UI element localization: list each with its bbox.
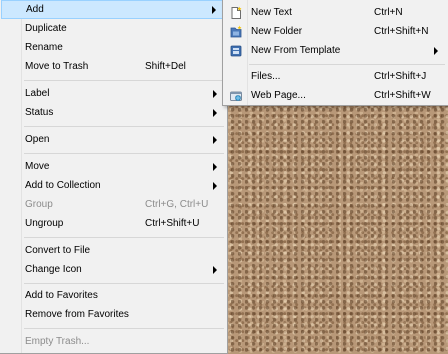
menu-item-add[interactable]: Add [1,0,225,19]
menu-item-duplicate[interactable]: Duplicate [1,20,225,39]
menu-item-label: New Text [251,7,292,18]
menu-item-add-to-collection[interactable]: Add to Collection [1,177,225,196]
menu-item-convert-to-file[interactable]: Convert to File [1,242,225,261]
menu-separator [249,64,445,65]
menu-item-move-to-trash[interactable]: Move to Trash Shift+Del [1,58,225,77]
submenu-arrow-icon [213,136,217,144]
menu-item-label: Rename [25,42,63,53]
menu-item-label: Move [25,161,50,172]
submenu-arrow-icon [213,182,217,190]
shortcut-text: Ctrl+Shift+W [374,90,431,101]
context-menu: Add Duplicate Rename Move to Trash Shift… [0,0,228,354]
submenu-arrow-icon [213,266,217,274]
menu-separator [24,328,224,329]
menu-item-label: Ungroup [25,218,64,229]
menu-separator [24,283,224,284]
submenu-arrow-icon [213,109,217,117]
menu-separator [24,237,224,238]
menu-item-label: Move to Trash [25,61,89,72]
shortcut-text: Ctrl+Shift+N [374,26,429,37]
submenu-item-web-page[interactable]: Web Page... Ctrl+Shift+W [225,87,446,106]
submenu-arrow-icon [213,163,217,171]
submenu-item-new-text[interactable]: New Text Ctrl+N [225,4,446,23]
menu-item-change-icon[interactable]: Change Icon [1,261,225,280]
menu-item-open[interactable]: Open [1,131,225,150]
shortcut-text: Ctrl+N [374,7,403,18]
submenu-item-new-folder[interactable]: New Folder Ctrl+Shift+N [225,23,446,42]
menu-item-move[interactable]: Move [1,158,225,177]
shortcut-text: Shift+Del [145,61,186,72]
web-page-icon [230,91,242,101]
menu-item-ungroup[interactable]: Ungroup Ctrl+Shift+U [1,215,225,234]
menu-item-empty-trash[interactable]: Empty Trash... [1,333,225,352]
menu-item-label: Change Icon [25,264,82,275]
menu-separator [24,80,224,81]
menu-item-label: Status [25,107,54,118]
menu-item-label: Add to Favorites [25,290,98,301]
menu-item-label: Open [25,134,50,145]
menu-item-label: Empty Trash... [25,336,90,347]
menu-item-label: New Folder [251,26,303,37]
menu-item-label: Duplicate [25,23,67,34]
menu-separator [24,126,224,127]
submenu-arrow-icon [434,47,438,55]
template-icon [230,45,242,57]
new-folder-icon [230,25,242,38]
menu-item-label: Web Page... [251,90,306,101]
new-document-icon [231,6,242,19]
menu-separator [24,153,224,154]
add-submenu: New Text Ctrl+N New Folder Ctrl+Shift+N … [222,0,448,106]
menu-item-label: Convert to File [25,245,91,256]
menu-item-label: Label [25,88,50,99]
menu-item-label-submenu[interactable]: Label [1,85,225,104]
menu-item-label: New From Template [251,45,341,56]
menu-item-label: Add [26,4,44,15]
shortcut-text: Ctrl+Shift+J [374,71,427,82]
submenu-arrow-icon [213,90,217,98]
menu-item-label: Add to Collection [25,180,101,191]
menu-item-label: Group [25,199,53,210]
menu-item-rename[interactable]: Rename [1,39,225,58]
menu-item-status[interactable]: Status [1,104,225,123]
submenu-item-new-from-template[interactable]: New From Template [225,42,446,61]
menu-item-label: Remove from Favorites [25,309,129,320]
menu-item-label: Files... [251,71,281,82]
shortcut-text: Ctrl+G, Ctrl+U [145,199,209,210]
submenu-arrow-icon [212,6,216,14]
submenu-item-files[interactable]: Files... Ctrl+Shift+J [225,68,446,87]
menu-item-remove-from-favorites[interactable]: Remove from Favorites [1,306,225,325]
menu-item-group[interactable]: Group Ctrl+G, Ctrl+U [1,196,225,215]
shortcut-text: Ctrl+Shift+U [145,218,200,229]
menu-item-add-to-favorites[interactable]: Add to Favorites [1,287,225,306]
